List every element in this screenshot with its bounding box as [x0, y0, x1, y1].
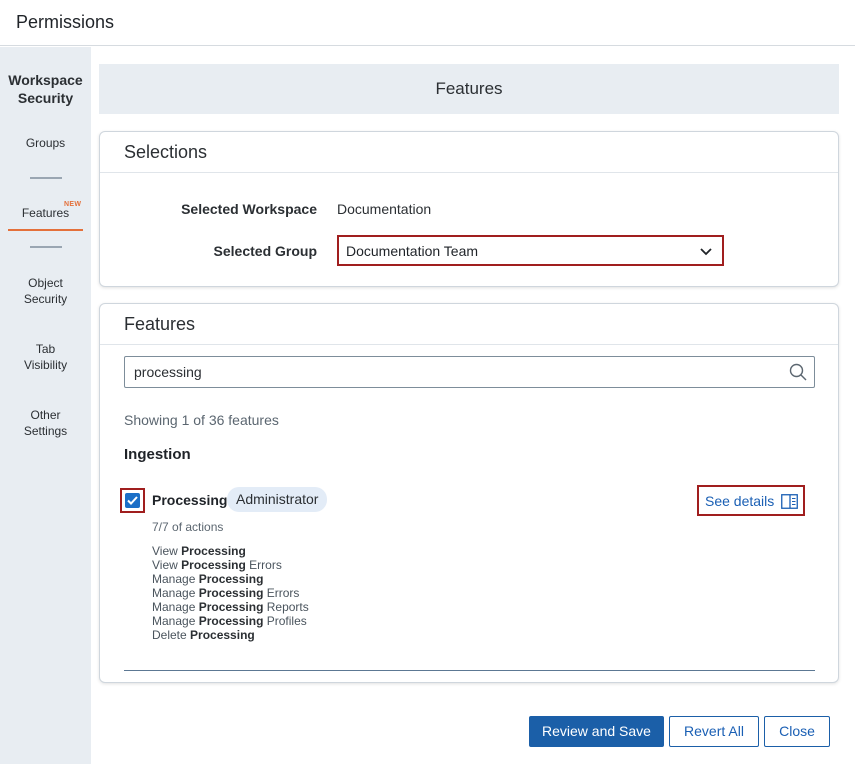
list-item: Manage Processing Errors	[152, 586, 300, 600]
selected-workspace-label: Selected Workspace	[181, 201, 317, 217]
features-card: Features processing Showing 1 of 36 feat…	[99, 303, 839, 683]
selections-card: Selections Selected Workspace Documentat…	[99, 131, 839, 287]
actions-count: 7/7 of actions	[152, 520, 224, 534]
sidebar-item-tab-visibility[interactable]: Tab Visibility	[0, 341, 91, 373]
selected-group-dropdown[interactable]: Documentation Team	[337, 235, 724, 266]
dialog-title-bar: Permissions	[0, 0, 855, 46]
features-title: Features	[124, 314, 196, 334]
list-item: View Processing Errors	[152, 558, 282, 572]
list-item: Delete Processing	[152, 628, 255, 642]
action-list: View Processing View Processing Errors M…	[152, 544, 309, 642]
close-button[interactable]: Close	[764, 716, 830, 747]
selected-group-value: Documentation Team	[346, 243, 479, 259]
selections-title: Selections	[124, 142, 208, 162]
feature-group-title: Ingestion	[124, 446, 191, 463]
permissions-dialog: Permissions Workspace Security Groups Fe…	[0, 0, 855, 764]
checkmark-icon	[127, 496, 138, 505]
see-details-label: See details	[705, 493, 775, 509]
feature-checkbox[interactable]	[120, 488, 145, 513]
sidebar-item-other-settings[interactable]: Other Settings	[0, 407, 91, 439]
sidebar: Workspace Security Groups Features NEW O…	[0, 47, 91, 764]
sidebar-separator	[30, 177, 62, 179]
list-item: Manage Processing Profiles	[152, 614, 307, 628]
sidebar-item-groups[interactable]: Groups	[0, 135, 91, 151]
section-divider	[124, 670, 815, 671]
sidebar-separator	[30, 246, 62, 248]
role-badge: Administrator	[227, 487, 328, 512]
selected-group-label: Selected Group	[213, 243, 317, 259]
search-value: processing	[134, 364, 202, 380]
checkbox-checked	[125, 493, 140, 508]
list-item: Manage Processing	[152, 572, 264, 586]
chevron-down-icon	[700, 248, 712, 256]
see-details-button[interactable]: See details	[697, 485, 805, 516]
feature-search-input[interactable]: processing	[124, 356, 815, 388]
selected-workspace-value: Documentation	[337, 201, 432, 217]
side-panel-icon	[781, 494, 798, 509]
page-header: Features	[99, 64, 839, 114]
card-divider	[100, 172, 838, 173]
sidebar-item-object-security[interactable]: Object Security	[0, 275, 91, 307]
list-item: Manage Processing Reports	[152, 600, 309, 614]
new-badge: NEW	[64, 201, 82, 208]
sidebar-active-indicator	[8, 229, 83, 231]
list-item: View Processing	[152, 544, 246, 558]
sidebar-heading: Workspace Security	[8, 72, 83, 106]
results-count: Showing 1 of 36 features	[124, 412, 279, 428]
dialog-title: Permissions	[16, 12, 115, 32]
feature-name: Processing	[152, 492, 228, 508]
review-and-save-button[interactable]: Review and Save	[529, 716, 664, 747]
card-divider	[100, 344, 838, 345]
search-icon[interactable]	[789, 363, 807, 381]
revert-all-button[interactable]: Revert All	[669, 716, 759, 747]
